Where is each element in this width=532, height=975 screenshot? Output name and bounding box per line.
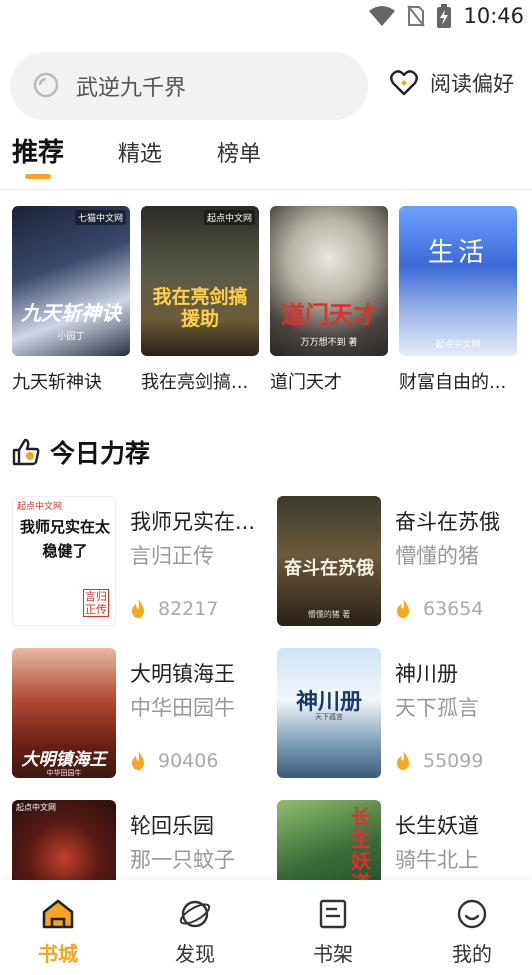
book-title: 大明镇海王 xyxy=(130,662,235,686)
nav-label: 发现 xyxy=(175,942,215,966)
featured-book[interactable]: 生活 起点中文网 财富自由的... xyxy=(399,206,517,394)
book-cover: 神川册 天下孤言 xyxy=(277,648,381,778)
book-cover: 七猫中文网 九天斩神诀 小园丁 xyxy=(12,206,130,356)
nav-profile[interactable]: 我的 xyxy=(432,898,512,967)
book-title: 神川册 xyxy=(395,662,458,686)
featured-books: 七猫中文网 九天斩神诀 小园丁 九天斩神诀 起点中文网 我在亮剑搞援助 我在亮剑… xyxy=(0,206,532,396)
tab-recommend[interactable]: 推荐 xyxy=(12,132,64,169)
book-title: 九天斩神诀 xyxy=(12,372,102,393)
active-tab-indicator xyxy=(25,174,51,179)
cover-publisher: 起点中文网 xyxy=(16,803,56,812)
thumbs-up-icon xyxy=(12,438,40,466)
cover-author: 天下孤言 xyxy=(315,713,343,721)
flame-icon xyxy=(397,751,409,770)
book-cover: 奋斗在苏俄 懵懂的猪 著 xyxy=(277,496,381,626)
section-title: 今日力荐 xyxy=(50,439,151,468)
book-author: 懵懂的猪 xyxy=(395,544,479,568)
recommended-book[interactable]: 神川册 天下孤言 神川册 天下孤言 55099 xyxy=(277,648,527,778)
reading-preference-label: 阅读偏好 xyxy=(430,72,514,96)
bookshelf-icon xyxy=(319,899,347,929)
cover-title: 生活 xyxy=(427,238,488,268)
bottom-navigation: 书城 发现 书架 我的 xyxy=(0,880,532,975)
status-bar: 10:46 xyxy=(0,0,532,36)
nav-bookstore[interactable]: 书城 xyxy=(18,898,98,967)
popularity: 90406 xyxy=(130,750,218,772)
recommended-book[interactable]: 大明镇海王 中华田园牛 大明镇海王 中华田园牛 90406 xyxy=(12,648,262,778)
featured-book[interactable]: 起点中文网 我在亮剑搞援助 我在亮剑搞... xyxy=(141,206,259,394)
cover-author: 万万想不到 著 xyxy=(300,338,358,348)
clock-time: 10:46 xyxy=(463,4,524,28)
smile-face-icon xyxy=(457,899,487,929)
cover-author: 懵懂的猪 著 xyxy=(307,610,351,619)
search-icon xyxy=(33,72,59,98)
wifi-icon xyxy=(369,6,396,26)
book-title: 长生妖道 xyxy=(395,814,479,838)
book-title: 奋斗在苏俄 xyxy=(395,510,500,534)
book-author: 骑牛北上 xyxy=(395,848,479,872)
cover-author: 中华田园牛 xyxy=(46,769,82,777)
cover-author: 言归正传 xyxy=(83,589,109,617)
recommended-book[interactable]: 奋斗在苏俄 懵懂的猪 著 奋斗在苏俄 懵懂的猪 63654 xyxy=(277,496,527,626)
book-author: 那一只蚊子 xyxy=(130,848,235,872)
nav-bookshelf[interactable]: 书架 xyxy=(293,898,373,967)
book-title: 我在亮剑搞... xyxy=(141,372,249,393)
cover-publisher: 起点中文网 xyxy=(203,210,255,225)
book-cover: 大明镇海王 中华田园牛 xyxy=(12,648,116,778)
search-hint-text: 武逆九千界 xyxy=(76,76,187,101)
flame-icon xyxy=(397,599,409,618)
popularity: 82217 xyxy=(130,598,218,620)
heart-icon xyxy=(390,70,418,96)
featured-book[interactable]: 道门天才 万万想不到 著 道门天才 xyxy=(270,206,388,394)
book-cover: 起点中文网 我师兄实在太稳健了 言归正传 xyxy=(12,496,116,626)
cover-publisher: 起点中文网 xyxy=(17,502,63,512)
book-title: 道门天才 xyxy=(270,372,342,393)
tab-selected[interactable]: 精选 xyxy=(118,136,162,168)
popularity-count: 90406 xyxy=(158,750,219,772)
section-header: 今日力荐 xyxy=(12,434,150,470)
nav-label: 书城 xyxy=(38,942,78,966)
popularity: 63654 xyxy=(395,598,483,620)
book-cover: 生活 起点中文网 xyxy=(399,206,517,356)
popularity-count: 55099 xyxy=(423,750,484,772)
cover-author: 小园丁 xyxy=(57,332,85,342)
book-title: 财富自由的... xyxy=(399,372,507,393)
nav-label: 我的 xyxy=(452,942,492,966)
book-title: 轮回乐园 xyxy=(130,814,214,838)
cover-title: 我师兄实在太稳健了 xyxy=(19,518,110,560)
category-tabs: 推荐 精选 榜单 xyxy=(0,128,532,190)
book-author: 天下孤言 xyxy=(395,696,479,720)
cover-publisher: 七猫中文网 xyxy=(74,210,126,225)
book-author: 言归正传 xyxy=(130,544,214,568)
featured-book[interactable]: 七猫中文网 九天斩神诀 小园丁 九天斩神诀 xyxy=(12,206,130,394)
home-icon xyxy=(42,899,74,929)
recommended-book[interactable]: 起点中文网 我师兄实在太稳健了 言归正传 我师兄实在... 言归正传 82217 xyxy=(12,496,262,626)
popularity-count: 82217 xyxy=(158,598,219,620)
book-cover: 起点中文网 我在亮剑搞援助 xyxy=(141,206,259,356)
no-sim-icon xyxy=(407,5,426,27)
cover-publisher: 起点中文网 xyxy=(435,340,481,350)
cover-title: 九天斩神诀 xyxy=(21,301,121,325)
flame-icon xyxy=(132,599,144,618)
book-title: 我师兄实在... xyxy=(130,510,256,534)
cover-title: 奋斗在苏俄 xyxy=(284,558,374,579)
planet-icon xyxy=(179,900,211,928)
reading-preference-button[interactable]: 阅读偏好 xyxy=(390,68,514,98)
nav-label: 书架 xyxy=(313,942,353,966)
search-bar[interactable]: 武逆九千界 xyxy=(10,52,368,120)
cover-title: 道门天才 xyxy=(281,301,377,329)
book-author: 中华田园牛 xyxy=(130,696,235,720)
popularity: 55099 xyxy=(395,750,483,772)
cover-title: 大明镇海王 xyxy=(21,750,107,770)
popularity-count: 63654 xyxy=(423,598,484,620)
cover-title: 我在亮剑搞援助 xyxy=(152,286,248,330)
tab-ranking[interactable]: 榜单 xyxy=(217,136,261,168)
battery-charging-icon xyxy=(437,4,452,28)
book-cover: 道门天才 万万想不到 著 xyxy=(270,206,388,356)
flame-icon xyxy=(132,751,144,770)
nav-discover[interactable]: 发现 xyxy=(155,898,235,967)
